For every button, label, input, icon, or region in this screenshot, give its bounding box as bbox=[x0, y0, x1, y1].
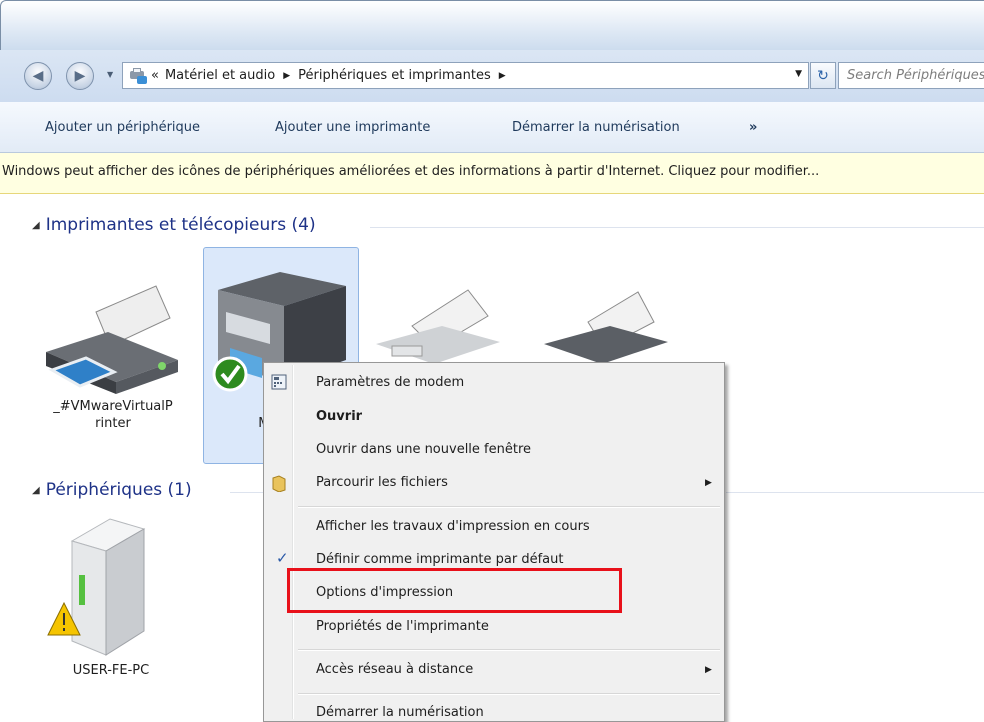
folder-icon bbox=[272, 475, 286, 492]
collapse-triangle-icon[interactable]: ◢ bbox=[32, 220, 40, 231]
menu-item-remote-access[interactable]: Accès réseau à distance bbox=[316, 662, 473, 677]
refresh-icon: ↻ bbox=[817, 67, 829, 84]
breadcrumb-chevron-icon[interactable]: ▶ bbox=[499, 71, 506, 81]
back-button[interactable]: ◀ bbox=[24, 62, 52, 90]
device-label-pc[interactable]: USER-FE-PC bbox=[36, 662, 186, 679]
group-heading-devices[interactable]: ◢ Périphériques (1) bbox=[32, 480, 192, 500]
group-divider bbox=[370, 227, 984, 228]
modem-icon bbox=[271, 374, 287, 390]
printer-icon[interactable] bbox=[540, 288, 670, 364]
breadcrumb-chevron-icon[interactable]: ▶ bbox=[283, 71, 290, 81]
menu-gutter bbox=[292, 365, 294, 719]
breadcrumb-materiel-audio[interactable]: Matériel et audio bbox=[165, 68, 275, 83]
fax-icon[interactable] bbox=[372, 286, 502, 364]
history-dropdown-icon[interactable]: ▼ bbox=[107, 70, 113, 79]
address-dropdown-icon[interactable]: ▼ bbox=[795, 69, 802, 79]
menu-item-modem-settings[interactable]: Paramètres de modem bbox=[316, 375, 464, 390]
menu-item-printer-properties[interactable]: Propriétés de l'imprimante bbox=[316, 619, 489, 634]
add-device-button[interactable]: Ajouter un périphérique bbox=[45, 120, 200, 135]
group-heading-printers[interactable]: ◢ Imprimantes et télécopieurs (4) bbox=[32, 215, 316, 235]
printer-icon[interactable] bbox=[38, 282, 188, 398]
menu-item-browse-files[interactable]: Parcourir les fichiers bbox=[316, 475, 448, 490]
info-bar[interactable]: Windows peut afficher des icônes de péri… bbox=[0, 153, 984, 194]
forward-button[interactable]: ▶ bbox=[66, 62, 94, 90]
more-commands-button[interactable]: » bbox=[749, 120, 757, 135]
menu-item-set-default[interactable]: Définir comme imprimante par défaut bbox=[316, 552, 564, 567]
group-divider bbox=[726, 492, 984, 493]
menu-separator bbox=[298, 693, 720, 695]
checkmark-icon: ✓ bbox=[276, 549, 289, 567]
computer-icon[interactable] bbox=[44, 515, 164, 660]
submenu-arrow-icon: ▶ bbox=[705, 665, 712, 675]
window-titlebar bbox=[0, 0, 984, 50]
group-printers-label: Imprimantes et télécopieurs (4) bbox=[45, 215, 316, 235]
refresh-button[interactable]: ↻ bbox=[810, 62, 836, 89]
annotation-highlight-box bbox=[287, 568, 622, 613]
group-divider bbox=[230, 492, 263, 493]
devices-printers-icon bbox=[129, 67, 147, 84]
default-printer-check-icon bbox=[212, 356, 248, 392]
search-input[interactable]: Search Périphériques et imprimantes bbox=[838, 62, 984, 89]
address-bar[interactable]: « Matériel et audio ▶ Périphériques et i… bbox=[122, 62, 809, 89]
add-printer-button[interactable]: Ajouter une imprimante bbox=[275, 120, 430, 135]
forward-arrow-icon: ▶ bbox=[74, 68, 86, 84]
submenu-arrow-icon: ▶ bbox=[705, 478, 712, 488]
back-arrow-icon: ◀ bbox=[32, 68, 44, 84]
group-devices-label: Périphériques (1) bbox=[45, 480, 192, 500]
breadcrumb-peripheriques-imprimantes[interactable]: Périphériques et imprimantes bbox=[298, 68, 491, 83]
menu-item-start-scan[interactable]: Démarrer la numérisation bbox=[316, 705, 484, 720]
breadcrumb-overflow[interactable]: « bbox=[151, 68, 159, 83]
context-menu: Paramètres de modem Ouvrir Ouvrir dans u… bbox=[263, 362, 725, 722]
menu-separator bbox=[298, 506, 720, 508]
collapse-triangle-icon[interactable]: ◢ bbox=[32, 485, 40, 496]
menu-item-see-print-jobs[interactable]: Afficher les travaux d'impression en cou… bbox=[316, 519, 590, 534]
menu-item-open[interactable]: Ouvrir bbox=[316, 409, 362, 424]
menu-separator bbox=[298, 649, 720, 651]
menu-item-open-new-window[interactable]: Ouvrir dans une nouvelle fenêtre bbox=[316, 442, 531, 457]
search-placeholder: Search Périphériques et imprimantes bbox=[847, 68, 984, 83]
device-label-vmware[interactable]: _#VMwareVirtualP rinter bbox=[38, 398, 188, 432]
start-scan-button[interactable]: Démarrer la numérisation bbox=[512, 120, 680, 135]
